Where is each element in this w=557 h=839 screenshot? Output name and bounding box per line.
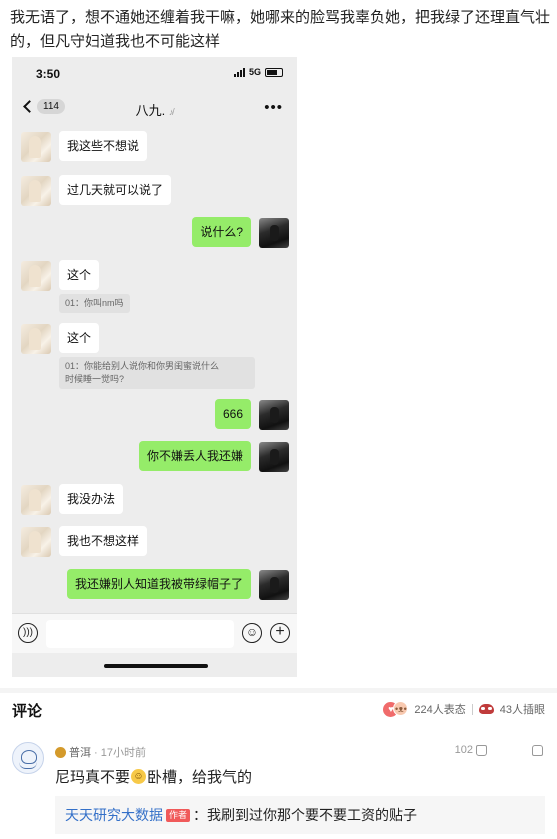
message-input[interactable]	[46, 620, 234, 648]
quoted-message[interactable]: 01：你叫nm吗	[59, 294, 130, 313]
status-icons: 5G	[233, 67, 283, 77]
like-count: 102	[454, 744, 473, 756]
message-bubble-incoming[interactable]: 我也不想这样	[59, 526, 148, 556]
level-badge-icon	[55, 746, 66, 758]
self-avatar[interactable]	[259, 442, 289, 472]
message-row: 这个 01：你能给别人说你和你男闺蜜说什么 时候睡一觉吗?	[12, 323, 297, 393]
message-row: 我还嫌别人知道我被带绿帽子了	[12, 569, 297, 601]
author-tag: 作者	[166, 808, 191, 822]
self-avatar[interactable]	[259, 570, 289, 600]
mute-icon: ♪̸	[168, 107, 174, 117]
quoted-message[interactable]: 01：你能给别人说你和你男闺蜜说什么 时候睡一觉吗?	[59, 357, 255, 389]
message-row: 我没办法	[12, 484, 297, 516]
message-bubble-outgoing[interactable]: 666	[214, 399, 251, 429]
message-list: 我这些不想说 过几天就可以说了 说什么? 这个 01：你叫nm吗 这个 01：你…	[12, 125, 297, 605]
message-row: 666	[12, 399, 297, 431]
reply-preview[interactable]: 天天研究大数据 作者 ：我刷到过你那个要不要工资的贴子	[55, 796, 545, 834]
comment-text: 尼玛真不要 ☺ 卧槽，给我气的	[55, 766, 252, 787]
section-divider	[0, 688, 557, 693]
quoted-line: 时候睡一觉吗?	[65, 374, 125, 384]
contact-avatar[interactable]	[21, 324, 51, 354]
reply-user[interactable]: 天天研究大数据	[65, 805, 163, 825]
contact-avatar[interactable]	[21, 132, 51, 162]
reactions-count: 224人表态	[414, 704, 466, 716]
comment-meta: 普洱 · 17小时前	[55, 744, 146, 760]
comment-time: · 17小时前	[94, 747, 146, 759]
like-button[interactable]: 102	[455, 744, 487, 756]
message-bubble-incoming[interactable]: 这个	[59, 260, 100, 290]
status-time: 3:50	[36, 67, 61, 81]
voice-icon[interactable]: )))	[18, 623, 38, 643]
contact-avatar[interactable]	[21, 176, 51, 206]
message-bubble-incoming[interactable]: 我没办法	[59, 484, 124, 514]
contact-avatar[interactable]	[21, 261, 51, 291]
interjections-count: 43人插眼	[499, 704, 545, 716]
message-bubble-incoming[interactable]: 这个	[59, 323, 100, 353]
reply-text: ：我刷到过你那个要不要工资的贴子	[193, 807, 418, 823]
message-row: 我也不想这样	[12, 526, 297, 558]
chat-input-bar: ))) ☺ +	[12, 613, 297, 653]
comment-text-part: 尼玛真不要	[55, 769, 131, 786]
message-bubble-outgoing[interactable]: 你不嫌丢人我还嫌	[138, 441, 251, 471]
commenter-avatar[interactable]	[12, 742, 44, 774]
chat-screenshot-image[interactable]: 3:50 5G 114 八九. ♪̸ ••• 我这些不想说 过几天就可以说了 说…	[12, 57, 297, 677]
battery-icon	[265, 67, 283, 77]
emoji-icon[interactable]: ☺	[242, 623, 262, 643]
contact-avatar[interactable]	[21, 485, 51, 515]
message-bubble-incoming[interactable]: 过几天就可以说了	[59, 175, 172, 205]
reaction-icons: ♥•ᴥ•	[383, 701, 409, 717]
commenter-name[interactable]: 普洱	[69, 744, 91, 760]
message-row: 这个 01：你叫nm吗	[12, 260, 297, 315]
message-bubble-outgoing[interactable]: 说什么?	[192, 217, 251, 247]
dog-reaction-icon: •ᴥ•	[393, 701, 409, 716]
home-indicator	[104, 664, 208, 668]
chat-title-text: 八九.	[135, 103, 166, 118]
self-avatar[interactable]	[259, 400, 289, 430]
signal-icon	[233, 67, 245, 77]
mask-icon	[478, 704, 494, 714]
contact-avatar[interactable]	[21, 527, 51, 557]
message-row: 过几天就可以说了	[12, 175, 297, 207]
comment-text-part: 卧槽，给我气的	[147, 769, 253, 786]
divider	[471, 703, 473, 715]
self-avatar[interactable]	[259, 218, 289, 248]
message-row: 我这些不想说	[12, 131, 297, 163]
message-bubble-incoming[interactable]: 我这些不想说	[59, 131, 148, 161]
reactions-summary[interactable]: ♥•ᴥ• 224人表态 43人插眼	[383, 701, 545, 717]
chat-title: 八九. ♪̸	[12, 100, 297, 119]
post-text: 我无语了，想不通她还缠着我干嘛，她哪来的脸骂我辜负她，把我绿了还理直气壮的，但凡…	[10, 9, 551, 50]
thumbs-down-icon[interactable]	[532, 745, 543, 756]
message-row: 说什么?	[12, 217, 297, 249]
status-bar: 3:50 5G	[12, 57, 297, 91]
thumbs-up-icon	[476, 744, 487, 756]
message-row: 你不嫌丢人我还嫌	[12, 441, 297, 473]
more-dots-icon[interactable]: •••	[264, 99, 283, 116]
message-bubble-outgoing[interactable]: 我还嫌别人知道我被带绿帽子了	[66, 569, 251, 599]
smile-emoji-icon: ☺	[131, 769, 147, 784]
plus-icon[interactable]: +	[270, 623, 290, 643]
network-label: 5G	[248, 67, 261, 77]
comments-header: 评论	[12, 703, 43, 720]
chat-navbar: 114 八九. ♪̸ •••	[12, 91, 297, 125]
quoted-line: 01：你能给别人说你和你男闺蜜说什么	[65, 361, 220, 371]
